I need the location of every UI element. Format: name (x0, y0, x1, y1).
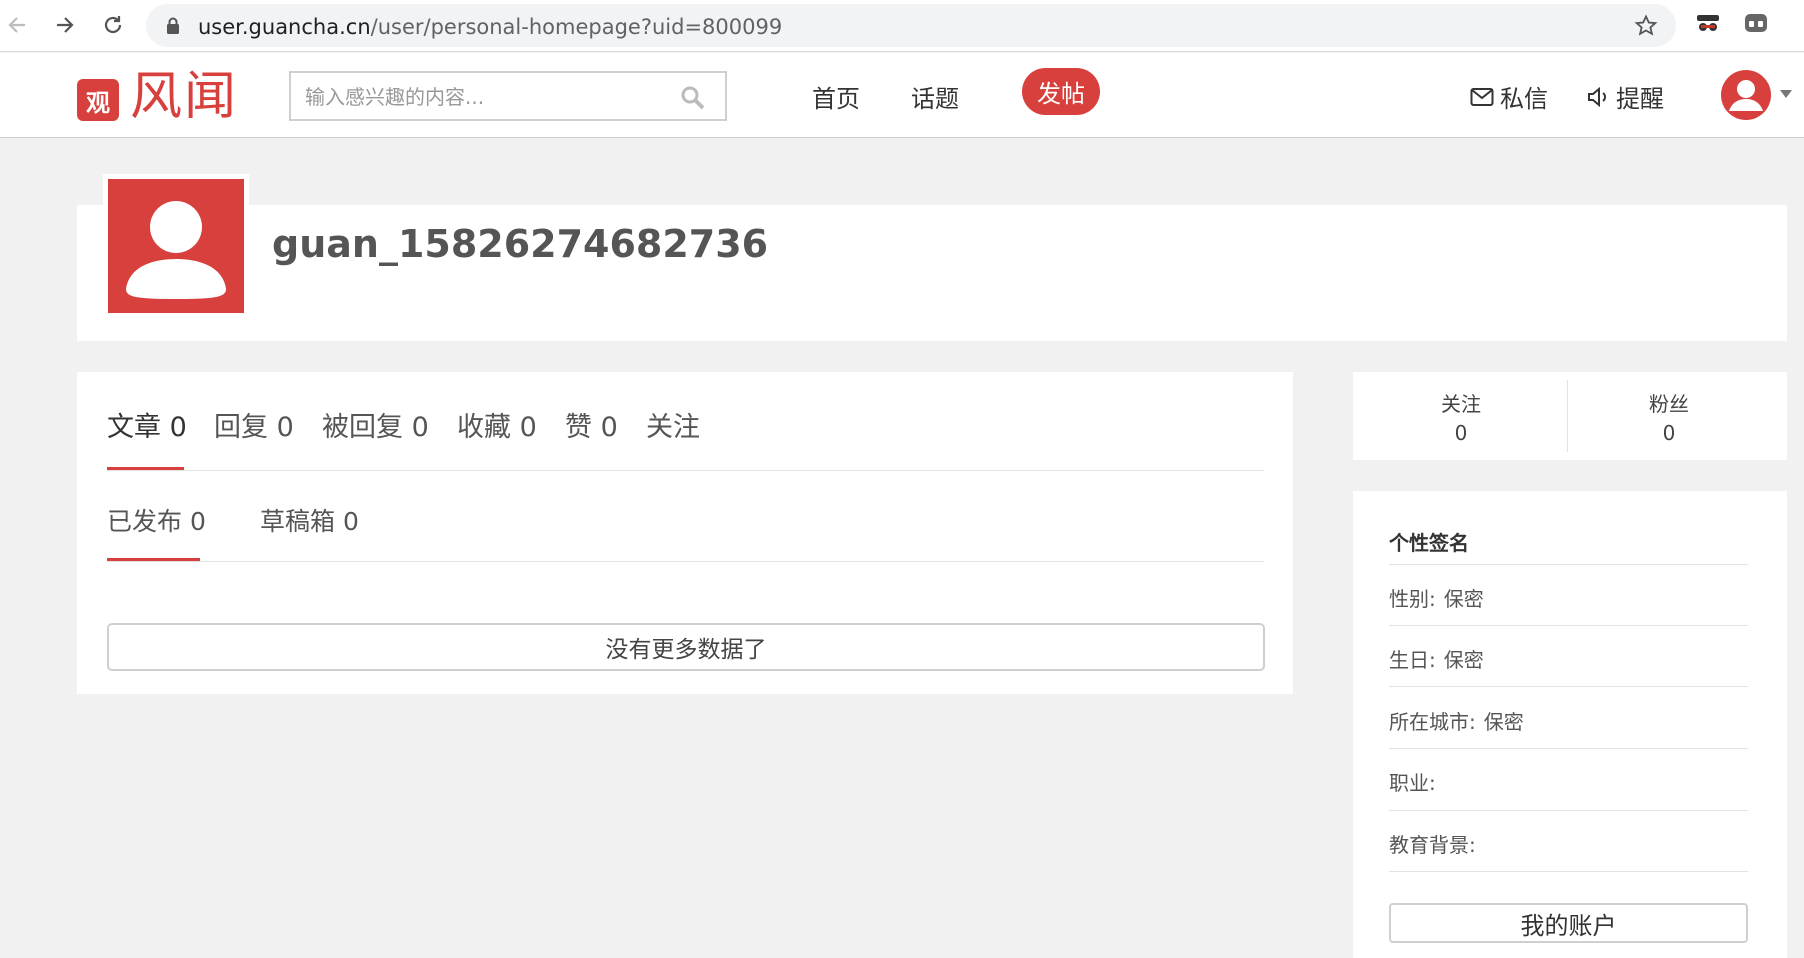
following-label: 关注 (1441, 392, 1481, 416)
tab-count: 0 (600, 412, 618, 443)
tab-label: 收藏 (457, 412, 511, 443)
tab-likes[interactable]: 赞 0 (565, 405, 618, 444)
info-divider (1389, 625, 1748, 626)
info-row-occupation: 职业: (1389, 767, 1444, 796)
messages-label: 私信 (1500, 85, 1548, 113)
info-label: 所在城市: (1389, 710, 1476, 734)
forward-button[interactable] (48, 8, 82, 42)
following-count: 0 (1454, 421, 1468, 445)
info-label: 职业: (1389, 771, 1436, 795)
search-box (289, 71, 727, 121)
following-stat[interactable]: 关注 0 (1361, 390, 1561, 448)
followers-count: 0 (1662, 421, 1676, 445)
tab-label: 被回复 (322, 412, 403, 443)
info-divider (1389, 564, 1748, 565)
tab-following[interactable]: 关注 (646, 405, 700, 444)
subtab-drafts[interactable]: 草稿箱 0 (260, 502, 359, 538)
subtab-label: 已发布 (107, 507, 183, 536)
browser-toolbar: user.guancha.cn/user/personal-homepage?u… (0, 0, 1804, 52)
url-path: /user/personal-homepage?uid=800099 (370, 15, 783, 39)
tab-label: 回复 (214, 412, 268, 443)
tab-count: 0 (276, 412, 294, 443)
no-more-data-button[interactable]: 没有更多数据了 (107, 623, 1265, 671)
info-value: 保密 (1483, 710, 1524, 734)
username: guan_15826274682736 (272, 222, 769, 266)
stats-card: 关注 0 粉丝 0 (1353, 372, 1787, 460)
info-value: 保密 (1443, 587, 1484, 611)
incognito-extension-icon[interactable] (1696, 12, 1720, 34)
info-divider (1389, 686, 1748, 687)
tab-replies[interactable]: 回复 0 (214, 405, 294, 444)
subtabs-divider (107, 561, 1264, 562)
logo-text[interactable]: 风闻 (130, 67, 238, 127)
tabs-divider (107, 470, 1264, 471)
subtab-published[interactable]: 已发布 0 (107, 502, 206, 538)
site-header: 观 风闻 首页 话题 发帖 私信 提醒 (0, 53, 1804, 138)
user-avatar-icon[interactable] (1720, 69, 1772, 121)
user-placeholder-icon (126, 201, 226, 299)
tab-label: 赞 (565, 412, 592, 443)
speaker-icon (1588, 86, 1606, 107)
signature-title: 个性签名 (1389, 531, 1469, 555)
info-value: 保密 (1443, 648, 1484, 672)
search-icon[interactable] (679, 84, 707, 112)
reload-button[interactable] (96, 8, 130, 42)
url-text: user.guancha.cn/user/personal-homepage?u… (198, 15, 782, 39)
url-host: user.guancha.cn (198, 15, 371, 39)
lock-icon (167, 17, 179, 34)
subtab-label: 草稿箱 (260, 507, 336, 536)
info-label: 性别: (1389, 587, 1436, 611)
subtab-count: 0 (342, 507, 359, 536)
mail-icon (1470, 87, 1494, 106)
reminders-label: 提醒 (1616, 85, 1664, 113)
tab-favorites[interactable]: 收藏 0 (457, 405, 537, 444)
address-bar[interactable]: user.guancha.cn/user/personal-homepage?u… (146, 4, 1676, 47)
star-icon[interactable] (1634, 14, 1658, 38)
back-button[interactable] (0, 8, 34, 42)
tab-count: 0 (169, 412, 187, 443)
info-label: 生日: (1389, 648, 1436, 672)
info-row-birthday: 生日: 保密 (1389, 644, 1484, 673)
my-account-button[interactable]: 我的账户 (1389, 903, 1748, 943)
logo-badge[interactable]: 观 (77, 79, 119, 121)
chevron-down-icon[interactable] (1780, 90, 1792, 98)
nav-home[interactable]: 首页 (812, 79, 860, 114)
messages-link[interactable]: 私信 (1470, 79, 1548, 114)
post-button[interactable]: 发帖 (1022, 68, 1100, 115)
arrow-right-icon (57, 17, 74, 33)
search-input[interactable] (305, 83, 665, 111)
reminders-link[interactable]: 提醒 (1586, 79, 1664, 114)
arrow-left-icon (8, 17, 25, 33)
stats-separator (1567, 380, 1568, 452)
followers-stat[interactable]: 粉丝 0 (1569, 390, 1769, 448)
tab-articles[interactable]: 文章 0 (107, 405, 187, 444)
tab-label: 文章 (107, 412, 161, 443)
info-label: 教育背景: (1389, 833, 1476, 857)
info-divider (1389, 871, 1748, 872)
tab-count: 0 (519, 412, 537, 443)
info-row-gender: 性别: 保密 (1389, 583, 1484, 612)
subtab-count: 0 (189, 507, 206, 536)
extension-icon[interactable] (1744, 12, 1768, 34)
tab-replied[interactable]: 被回复 0 (322, 405, 429, 444)
profile-avatar (103, 174, 249, 318)
tab-count: 0 (411, 412, 429, 443)
tab-label: 关注 (646, 412, 700, 443)
info-divider (1389, 748, 1748, 749)
followers-label: 粉丝 (1649, 392, 1689, 416)
info-row-city: 所在城市: 保密 (1389, 706, 1524, 735)
reload-icon (104, 16, 122, 34)
info-divider (1389, 810, 1748, 811)
nav-topics[interactable]: 话题 (911, 79, 959, 114)
info-row-education: 教育背景: (1389, 829, 1484, 858)
